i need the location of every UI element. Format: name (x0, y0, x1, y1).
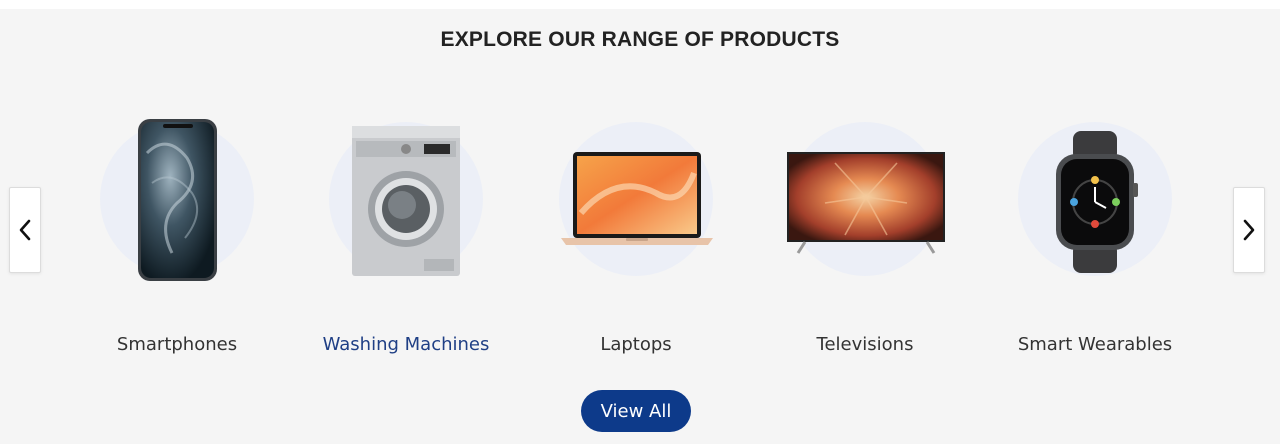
product-item-smart-wearables[interactable]: Smart Wearables (995, 113, 1195, 373)
chevron-right-icon (1243, 219, 1255, 241)
carousel-prev-button[interactable] (9, 187, 41, 273)
chevron-left-icon (19, 219, 31, 241)
product-item-smartphones[interactable]: Smartphones (77, 113, 277, 373)
product-label: Smart Wearables (1017, 334, 1173, 355)
product-label: Washing Machines (322, 334, 490, 355)
television-image (787, 152, 945, 254)
product-item-televisions[interactable]: Televisions (765, 113, 965, 373)
smartwatch-image (1056, 131, 1138, 273)
product-label: Laptops (600, 334, 672, 355)
washing-machine-image (352, 126, 460, 276)
carousel-next-button[interactable] (1233, 187, 1265, 273)
product-item-laptops[interactable]: Laptops (536, 113, 736, 373)
product-item-washing-machines[interactable]: Washing Machines (306, 113, 506, 373)
smartphone-image (138, 119, 217, 281)
product-label: Smartphones (116, 334, 238, 355)
section-title: EXPLORE OUR RANGE OF PRODUCTS (440, 28, 840, 51)
product-range-section: EXPLORE OUR RANGE OF PRODUCTS Smartphone… (0, 9, 1280, 444)
laptop-image (561, 152, 713, 245)
product-label: Televisions (816, 334, 914, 355)
view-all-button[interactable]: View All (581, 390, 691, 432)
